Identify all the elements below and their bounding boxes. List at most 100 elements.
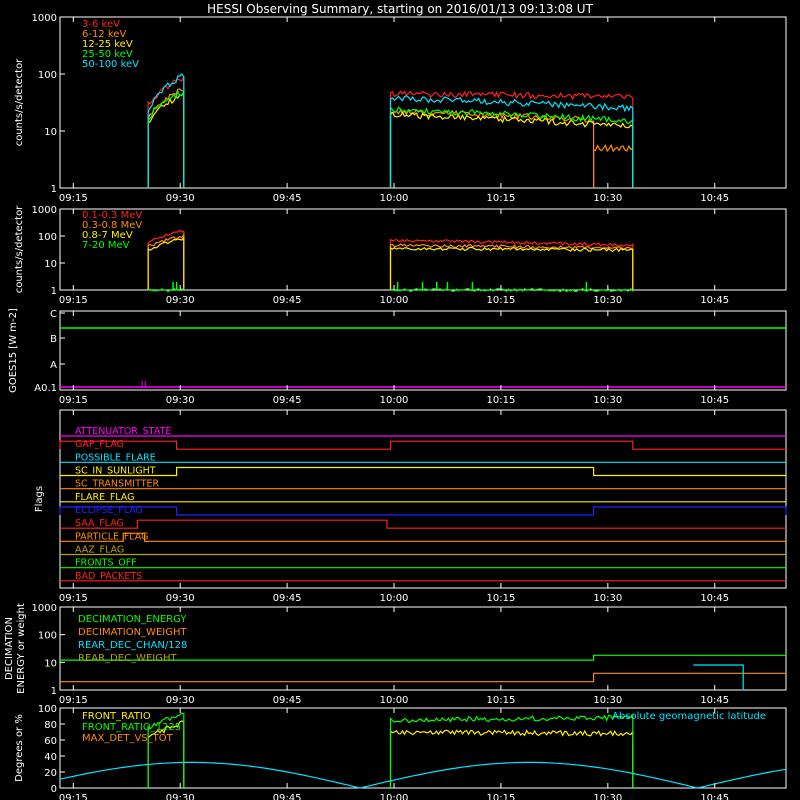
- hxr-series-line: [389, 90, 634, 188]
- gamma-legend-4: 7-20 MeV: [82, 240, 130, 251]
- gamma-ytick-label: 100: [38, 232, 57, 243]
- flags-label-5: SC_TRANSMITTER: [75, 479, 160, 490]
- ratio-ytick-label: 20: [44, 768, 57, 779]
- hxr-ytick-label: 1000: [32, 13, 57, 24]
- hxr-series-line: [389, 111, 634, 188]
- flags-label-12: BAD_PACKETS: [75, 571, 142, 582]
- gamma-time-label: 10:00: [380, 295, 409, 306]
- decimation-legend-4: REAR_DEC_WEIGHT: [78, 653, 177, 664]
- flags-label-3: POSSIBLE_FLARE: [75, 452, 156, 463]
- hxr-time-label: 10:00: [380, 193, 409, 204]
- goes-time-label: 10:15: [487, 395, 516, 406]
- flags-label-1: ATTENUATOR_STATE: [75, 426, 171, 437]
- goes-time-label: 09:30: [166, 395, 195, 406]
- decimation-series-line: [693, 664, 744, 691]
- hxr-series-line: [147, 73, 185, 188]
- flags-ylabel: Flags: [34, 486, 45, 512]
- hxr-ytick-label: 10: [44, 127, 57, 138]
- flags-line-4: [60, 466, 786, 477]
- goes-ytick-label: B: [50, 334, 57, 345]
- ratio-series-line: [389, 714, 634, 788]
- flags-label-11: FRONTS_OFF: [75, 558, 137, 569]
- ratio-series-line: [389, 729, 634, 788]
- gamma-ytick-label: 10: [44, 259, 57, 270]
- geomagnetic-latitude-line: [59, 761, 787, 789]
- hxr-series-line: [147, 91, 185, 188]
- hxr-series-line: [593, 143, 634, 188]
- gamma-time-label: 09:15: [59, 295, 88, 306]
- observing-summary-chart: HESSI Observing Summary, starting on 201…: [0, 0, 800, 800]
- ratio-ytick-label: 40: [44, 752, 57, 763]
- ratio-legend-1: FRONT_RATIO: [82, 711, 151, 722]
- gamma-time-label: 10:45: [700, 295, 729, 306]
- decimation-series-line: [60, 672, 786, 683]
- decimation-time-label: 10:45: [700, 695, 729, 706]
- goes-frame: [59, 310, 787, 391]
- hxr-time-label: 10:30: [593, 193, 622, 204]
- decimation-ytick-label: 100: [38, 631, 57, 642]
- hxr-time-label: 09:15: [59, 193, 88, 204]
- decimation-time-label: 10:30: [593, 695, 622, 706]
- flags-line-8: [60, 519, 786, 529]
- hxr-time-label: 10:15: [487, 193, 516, 204]
- ratio-legend-2: FRONT_RATIO_1225: [82, 722, 181, 733]
- flags-label-8: SAA_FLAG: [75, 518, 124, 529]
- gamma-series-line: [147, 287, 185, 293]
- hxr-series-line: [389, 108, 595, 188]
- flags-line-7: [59, 506, 787, 516]
- ratio-time-label: 09:15: [59, 793, 88, 800]
- ratio-legend-3: MAX_DET_VS_TOT: [82, 733, 174, 744]
- flags-line-9: [60, 532, 786, 542]
- hxr-series-line: [147, 89, 185, 188]
- gamma-ylabel: counts/s/detector: [14, 205, 25, 293]
- decimation-legend-3: REAR_DEC_CHAN/128: [78, 640, 187, 651]
- gamma-series-line: [389, 246, 634, 290]
- hxr-time-label: 10:45: [700, 193, 729, 204]
- flags-time-label: 09:45: [273, 593, 302, 604]
- gamma-time-label: 09:30: [166, 295, 195, 306]
- ratio-time-label: 10:30: [593, 793, 622, 800]
- gamma-ytick-label: 1000: [32, 205, 57, 216]
- ratio-ytick-label: 80: [44, 720, 57, 731]
- ratio-ylabel: Degrees or %: [14, 714, 25, 782]
- goes-time-label: 09:15: [59, 395, 88, 406]
- decimation-time-label: 10:15: [487, 695, 516, 706]
- gamma-series-line: [147, 232, 185, 290]
- gamma-series-line: [389, 243, 634, 290]
- flags-line-2: [59, 440, 786, 450]
- gamma-frame: [59, 208, 787, 291]
- decimation-ytick-label: 1: [51, 686, 57, 697]
- decimation-legend-2: DECIMATION_WEIGHT: [78, 627, 187, 638]
- ratio-ytick-label: 60: [44, 736, 57, 747]
- ratio-ytick-label: 100: [38, 704, 57, 715]
- hxr-ylabel: counts/s/detector: [14, 58, 25, 146]
- panels: 1101001000counts/s/detector3-6 keV6-12 k…: [4, 13, 787, 800]
- flags-label-10: AAZ_FLAG: [75, 545, 124, 556]
- goes-time-label: 10:30: [593, 395, 622, 406]
- goes-ytick-label: A0.1: [34, 383, 57, 394]
- gamma-time-label: 09:45: [273, 295, 302, 306]
- goes-ylabel: GOES15 [W m-2]: [8, 308, 19, 393]
- flags-time-label: 09:15: [59, 593, 88, 604]
- gamma-time-label: 10:30: [593, 295, 622, 306]
- gamma-time-label: 10:15: [487, 295, 516, 306]
- flags-time-label: 10:30: [593, 593, 622, 604]
- ratio-time-label: 09:45: [273, 793, 302, 800]
- decimation-time-label: 09:45: [273, 695, 302, 706]
- goes-ytick-label: C: [50, 309, 57, 320]
- chart-title: HESSI Observing Summary, starting on 201…: [207, 2, 593, 16]
- flags-time-label: 09:30: [166, 593, 195, 604]
- ratio-time-label: 10:00: [380, 793, 409, 800]
- hxr-ytick-label: 1: [51, 184, 57, 195]
- decimation-ylabel: DECIMATION: [4, 617, 15, 680]
- decimation-ytick-label: 10: [44, 658, 57, 669]
- flags-time-label: 10:00: [380, 593, 409, 604]
- ratio-time-label: 09:30: [166, 793, 195, 800]
- flags-time-label: 10:15: [487, 593, 516, 604]
- hxr-time-label: 09:45: [273, 193, 302, 204]
- decimation-time-label: 09:15: [59, 695, 88, 706]
- goes-time-label: 10:45: [700, 395, 729, 406]
- ratio-time-label: 10:15: [487, 793, 516, 800]
- decimation-time-label: 10:00: [380, 695, 409, 706]
- goes-ytick-label: A: [50, 360, 57, 371]
